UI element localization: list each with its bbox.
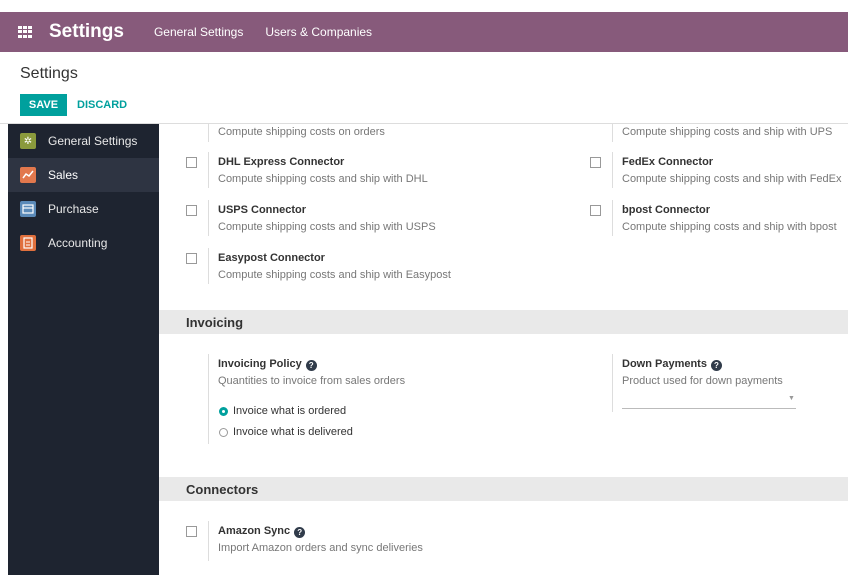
sales-chart-icon	[20, 167, 36, 183]
help-icon[interactable]: ?	[305, 360, 317, 371]
setting-description: Compute shipping costs and ship with UPS	[622, 126, 833, 138]
control-panel: Settings SAVE DISCARD	[0, 52, 848, 124]
down-payments-product-select[interactable]	[622, 408, 796, 409]
easypost-connector-title: Easypost Connector	[218, 252, 325, 264]
dhl-connector-description: Compute shipping costs and ship with DHL	[218, 173, 428, 185]
fedex-connector-title: FedEx Connector	[622, 156, 714, 168]
invoice-ordered-label[interactable]: Invoice what is ordered	[233, 405, 346, 417]
sidebar-item-purchase[interactable]: Purchase	[8, 192, 159, 226]
apps-menu-icon[interactable]	[18, 26, 32, 38]
divider	[208, 124, 209, 142]
breadcrumb: Settings	[20, 65, 78, 82]
help-icon[interactable]: ?	[294, 527, 306, 538]
top-navbar: Settings General Settings Users & Compan…	[0, 0, 848, 52]
sidebar-item-label: Sales	[48, 168, 79, 182]
divider	[208, 521, 209, 561]
dhl-connector-title: DHL Express Connector	[218, 156, 345, 168]
fedex-connector-description: Compute shipping costs and ship with Fed…	[622, 173, 842, 185]
divider	[612, 200, 613, 236]
bpost-connector-title: bpost Connector	[622, 204, 710, 216]
divider	[612, 152, 613, 188]
invoice-delivered-label[interactable]: Invoice what is delivered	[233, 426, 353, 438]
bpost-connector-checkbox[interactable]	[590, 205, 601, 216]
purchase-card-icon	[20, 201, 36, 217]
sidebar-item-label: Purchase	[48, 202, 99, 216]
divider	[208, 354, 209, 444]
invoicing-policy-title: Invoicing Policy?	[218, 358, 317, 371]
invoicing-section-header: Invoicing	[159, 310, 848, 334]
menu-general-settings[interactable]: General Settings	[154, 25, 243, 39]
accounting-icon	[20, 235, 36, 251]
menu-users-companies[interactable]: Users & Companies	[265, 25, 372, 39]
amazon-sync-checkbox[interactable]	[186, 526, 197, 537]
sidebar-item-label: General Settings	[48, 134, 138, 148]
divider	[612, 124, 613, 142]
invoice-ordered-radio[interactable]	[219, 407, 228, 416]
sidebar-item-accounting[interactable]: Accounting	[8, 226, 159, 260]
sidebar-item-label: Accounting	[48, 236, 108, 250]
easypost-connector-description: Compute shipping costs and ship with Eas…	[218, 269, 451, 281]
invoice-delivered-radio[interactable]	[219, 428, 228, 437]
save-button[interactable]: SAVE	[20, 94, 67, 116]
divider	[612, 354, 613, 412]
connectors-section-header: Connectors	[159, 477, 848, 501]
down-payments-title: Down Payments?	[622, 358, 722, 371]
usps-connector-title: USPS Connector	[218, 204, 307, 216]
invoicing-policy-description: Quantities to invoice from sales orders	[218, 375, 406, 387]
amazon-sync-description: Import Amazon orders and sync deliveries	[218, 542, 423, 554]
help-icon[interactable]: ?	[710, 360, 722, 371]
easypost-connector-checkbox[interactable]	[186, 253, 197, 264]
gear-icon: ✲	[20, 133, 36, 149]
down-payments-description: Product used for down payments	[622, 375, 783, 387]
chevron-down-icon[interactable]: ▼	[788, 395, 795, 402]
app-title: Settings	[49, 21, 124, 42]
bpost-connector-description: Compute shipping costs and ship with bpo…	[622, 221, 837, 233]
settings-sidebar: ✲ General Settings Sales Purchase Accoun…	[8, 124, 159, 575]
usps-connector-description: Compute shipping costs and ship with USP…	[218, 221, 436, 233]
fedex-connector-checkbox[interactable]	[590, 157, 601, 168]
setting-description: Compute shipping costs on orders	[218, 126, 385, 138]
discard-button[interactable]: DISCARD	[77, 94, 127, 116]
divider	[208, 200, 209, 236]
dhl-connector-checkbox[interactable]	[186, 157, 197, 168]
settings-content: Compute shipping costs on orders Compute…	[159, 124, 848, 575]
sidebar-item-sales[interactable]: Sales	[8, 158, 159, 192]
amazon-sync-title: Amazon Sync?	[218, 525, 306, 538]
usps-connector-checkbox[interactable]	[186, 205, 197, 216]
divider	[208, 152, 209, 188]
sidebar-item-general-settings[interactable]: ✲ General Settings	[8, 124, 159, 158]
divider	[208, 248, 209, 284]
